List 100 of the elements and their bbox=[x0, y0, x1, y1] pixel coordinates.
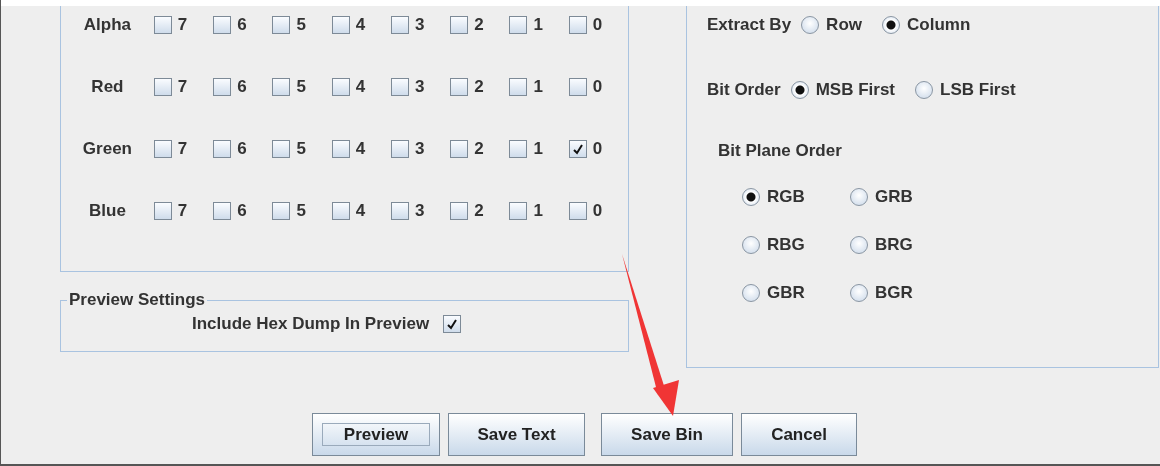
radio-label: Column bbox=[907, 15, 971, 35]
option-label: Bit Order bbox=[707, 80, 781, 100]
radio-button[interactable] bbox=[850, 236, 868, 254]
bit-label: 6 bbox=[237, 15, 247, 35]
radio-button[interactable] bbox=[742, 236, 760, 254]
checkbox[interactable] bbox=[450, 78, 469, 96]
option-label: Bit Plane Order bbox=[718, 141, 843, 161]
bit-label: 5 bbox=[296, 201, 306, 221]
bit-label: 2 bbox=[474, 77, 484, 97]
checkbox[interactable] bbox=[443, 315, 462, 333]
bit-label: 4 bbox=[355, 77, 366, 97]
bit-label: 6 bbox=[237, 77, 247, 97]
checkbox[interactable] bbox=[153, 202, 172, 220]
checkbox[interactable] bbox=[331, 16, 350, 34]
radio-label: Row bbox=[826, 15, 862, 35]
channel-label: Green bbox=[81, 139, 133, 159]
checkbox[interactable] bbox=[390, 16, 409, 34]
checkbox[interactable] bbox=[390, 78, 409, 96]
checkbox[interactable] bbox=[213, 16, 232, 34]
bit-label: 0 bbox=[592, 201, 603, 221]
checkbox[interactable] bbox=[272, 202, 291, 220]
channel-label: Alpha bbox=[82, 15, 133, 35]
bit-label: 7 bbox=[177, 201, 188, 221]
bit-label: 4 bbox=[355, 139, 366, 159]
radio-button[interactable] bbox=[850, 284, 868, 302]
bit-label: 0 bbox=[592, 77, 603, 97]
bit-label: 3 bbox=[414, 201, 425, 221]
checkbox[interactable] bbox=[331, 202, 350, 220]
bit-label: 1 bbox=[533, 77, 543, 97]
checkbox[interactable] bbox=[568, 78, 587, 96]
checkbox[interactable] bbox=[509, 16, 528, 34]
radio-button[interactable] bbox=[915, 81, 934, 99]
checkbox[interactable] bbox=[153, 140, 172, 158]
checkbox[interactable] bbox=[390, 202, 409, 220]
radio-button[interactable] bbox=[882, 16, 900, 34]
radio-button[interactable] bbox=[742, 284, 760, 302]
channel-label: Blue bbox=[88, 201, 127, 221]
bit-label: 5 bbox=[296, 77, 306, 97]
radio-button[interactable] bbox=[850, 188, 868, 206]
bit-label: 6 bbox=[237, 139, 247, 159]
channel-label: Red bbox=[90, 77, 125, 97]
radio-label: RGB bbox=[767, 187, 805, 207]
checkbox[interactable] bbox=[450, 140, 469, 158]
bit-label: 1 bbox=[533, 201, 543, 221]
checkbox[interactable] bbox=[331, 78, 350, 96]
bit-label: 5 bbox=[296, 139, 306, 159]
dialog-button[interactable]: Preview bbox=[312, 413, 440, 456]
checkbox[interactable] bbox=[272, 140, 291, 158]
bit-label: 2 bbox=[474, 139, 484, 159]
checkbox[interactable] bbox=[153, 16, 172, 34]
bit-label: 1 bbox=[533, 139, 543, 159]
option-label: Extract By bbox=[707, 15, 792, 35]
bit-label: 7 bbox=[177, 139, 188, 159]
group-title: Preview Settings bbox=[68, 290, 207, 310]
dialog-button[interactable]: Save Bin bbox=[601, 413, 733, 456]
bit-label: 0 bbox=[592, 15, 603, 35]
checkbox[interactable] bbox=[213, 140, 232, 158]
radio-label: BGR bbox=[875, 283, 913, 303]
bit-label: 1 bbox=[533, 15, 543, 35]
checkbox[interactable] bbox=[272, 16, 291, 34]
radio-button[interactable] bbox=[801, 16, 820, 34]
checkbox[interactable] bbox=[213, 78, 232, 96]
radio-button[interactable] bbox=[742, 188, 760, 206]
bit-label: 4 bbox=[355, 15, 366, 35]
check-icon bbox=[571, 143, 584, 155]
checkbox[interactable] bbox=[568, 16, 587, 34]
checkbox[interactable] bbox=[450, 16, 469, 34]
checkbox[interactable] bbox=[153, 78, 172, 96]
bit-label: 6 bbox=[237, 201, 247, 221]
bit-label: 3 bbox=[414, 77, 425, 97]
radio-label: GRB bbox=[875, 187, 913, 207]
bit-label: 2 bbox=[474, 201, 484, 221]
checkbox[interactable] bbox=[568, 202, 587, 220]
radio-label: RBG bbox=[767, 235, 805, 255]
checkbox[interactable] bbox=[509, 78, 528, 96]
checkbox[interactable] bbox=[509, 202, 528, 220]
checkbox[interactable] bbox=[509, 140, 528, 158]
bit-label: 0 bbox=[592, 139, 603, 159]
bit-label: 7 bbox=[177, 77, 188, 97]
checkbox[interactable] bbox=[331, 140, 350, 158]
radio-label: MSB First bbox=[815, 80, 896, 100]
radio-label: LSB First bbox=[940, 80, 1016, 100]
checkbox[interactable] bbox=[390, 140, 409, 158]
bit-label: 3 bbox=[414, 139, 425, 159]
bit-label: 2 bbox=[474, 15, 484, 35]
checkbox[interactable] bbox=[272, 78, 291, 96]
checkbox[interactable] bbox=[568, 140, 587, 158]
radio-button[interactable] bbox=[790, 81, 809, 99]
radio-label: GBR bbox=[767, 283, 805, 303]
checkbox-label: Include Hex Dump In Preview bbox=[192, 314, 430, 334]
bit-label: 5 bbox=[296, 15, 306, 35]
bit-label: 3 bbox=[414, 15, 425, 35]
dialog-button[interactable]: Cancel bbox=[741, 413, 857, 456]
bit-label: 7 bbox=[177, 15, 188, 35]
checkbox[interactable] bbox=[213, 202, 232, 220]
checkbox[interactable] bbox=[450, 202, 469, 220]
bit-label: 4 bbox=[355, 201, 366, 221]
check-icon bbox=[446, 318, 459, 330]
radio-label: BRG bbox=[875, 235, 913, 255]
dialog-button[interactable]: Save Text bbox=[448, 413, 585, 456]
